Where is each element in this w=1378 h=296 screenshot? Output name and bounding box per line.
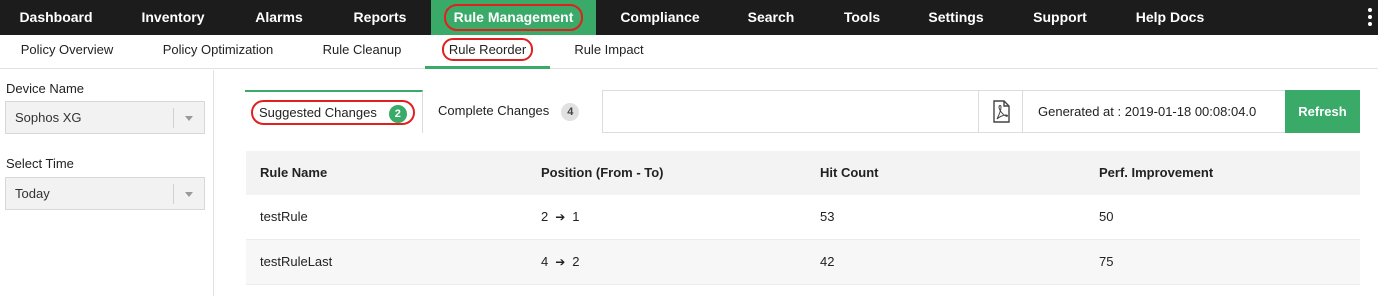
suggested-changes-highlight: Suggested Changes 2 bbox=[251, 100, 415, 125]
select-divider bbox=[173, 184, 174, 204]
subnav-rule-reorder-label: Rule Reorder bbox=[441, 38, 534, 61]
tab-suggested-changes[interactable]: Suggested Changes 2 bbox=[245, 90, 423, 133]
complete-changes-count-badge: 4 bbox=[561, 102, 580, 121]
position-cell: 2 ➔ 1 bbox=[541, 195, 580, 239]
arrow-right-icon: ➔ bbox=[555, 210, 566, 224]
tab-suggested-changes-label: Suggested Changes bbox=[259, 105, 377, 120]
filter-sidebar: Device Name Sophos XG Select Time Today bbox=[0, 70, 214, 296]
hit-count-cell: 42 bbox=[820, 254, 835, 269]
nav-rule-management-label: Rule Management bbox=[443, 4, 584, 31]
generated-at-text: Generated at : 2019-01-18 00:08:04.0 bbox=[1038, 104, 1257, 119]
position-to: 2 bbox=[572, 254, 580, 269]
table-row: testRule 2 ➔ 1 53 50 bbox=[246, 195, 1360, 240]
rule-name-cell: testRuleLast bbox=[260, 254, 333, 269]
column-header: Perf. Improvement bbox=[1099, 165, 1214, 180]
more-menu-icon[interactable] bbox=[1366, 8, 1374, 28]
subnav-rule-reorder[interactable]: Rule Reorder bbox=[425, 35, 550, 69]
nav-settings[interactable]: Settings bbox=[920, 0, 992, 35]
subnav-policy-overview[interactable]: Policy Overview bbox=[8, 35, 126, 69]
subnav-policy-optimization[interactable]: Policy Optimization bbox=[150, 35, 286, 69]
chevron-down-icon bbox=[185, 192, 193, 197]
refresh-button[interactable]: Refresh bbox=[1285, 90, 1360, 133]
table-header: Rule Name Position (From - To) Hit Count… bbox=[246, 151, 1360, 195]
select-time-label: Select Time bbox=[6, 156, 74, 171]
subnav-rule-impact[interactable]: Rule Impact bbox=[565, 35, 653, 69]
device-name-label: Device Name bbox=[6, 81, 85, 96]
rule-name-cell: testRule bbox=[260, 209, 308, 224]
nav-search[interactable]: Search bbox=[740, 0, 802, 35]
nav-compliance[interactable]: Compliance bbox=[610, 0, 710, 35]
nav-dashboard[interactable]: Dashboard bbox=[0, 0, 112, 35]
changes-tab-bar: Suggested Changes 2 Complete Changes 4 Gen… bbox=[245, 90, 1360, 133]
nav-rule-management[interactable]: Rule Management bbox=[431, 0, 596, 35]
table-row: testRuleLast 4 ➔ 2 42 75 bbox=[246, 240, 1360, 285]
tab-complete-changes[interactable]: Complete Changes 4 bbox=[423, 90, 603, 133]
select-time-select[interactable]: Today bbox=[5, 177, 205, 210]
nav-help-docs[interactable]: Help Docs bbox=[1128, 0, 1212, 35]
nav-reports[interactable]: Reports bbox=[340, 0, 420, 35]
select-time-value: Today bbox=[15, 186, 50, 201]
nav-support[interactable]: Support bbox=[1025, 0, 1095, 35]
position-cell: 4 ➔ 2 bbox=[541, 240, 580, 284]
chevron-down-icon bbox=[185, 116, 193, 121]
position-to: 1 bbox=[572, 209, 580, 224]
perf-improvement-cell: 50 bbox=[1099, 209, 1114, 224]
column-header: Rule Name bbox=[260, 165, 328, 180]
column-header: Position (From - To) bbox=[541, 165, 664, 180]
rule-reorder-table: Rule Name Position (From - To) Hit Count… bbox=[246, 151, 1360, 285]
top-nav: Dashboard Inventory Alarms Reports Rule … bbox=[0, 0, 1378, 35]
device-name-value: Sophos XG bbox=[15, 110, 82, 125]
tab-complete-changes-label: Complete Changes bbox=[438, 103, 550, 118]
pdf-export-button[interactable] bbox=[978, 91, 1023, 132]
select-divider bbox=[173, 108, 174, 128]
position-from: 4 bbox=[541, 254, 549, 269]
subnav-rule-cleanup[interactable]: Rule Cleanup bbox=[312, 35, 412, 69]
nav-tools[interactable]: Tools bbox=[836, 0, 888, 35]
position-from: 2 bbox=[541, 209, 549, 224]
arrow-right-icon: ➔ bbox=[555, 255, 566, 269]
hit-count-cell: 53 bbox=[820, 209, 835, 224]
nav-alarms[interactable]: Alarms bbox=[240, 0, 318, 35]
nav-inventory[interactable]: Inventory bbox=[120, 0, 226, 35]
device-name-select[interactable]: Sophos XG bbox=[5, 101, 205, 134]
suggested-changes-count-badge: 2 bbox=[388, 104, 407, 123]
perf-improvement-cell: 75 bbox=[1099, 254, 1114, 269]
column-header: Hit Count bbox=[820, 165, 879, 180]
sub-nav: Policy Overview Policy Optimization Rule… bbox=[0, 35, 1378, 69]
pdf-icon bbox=[993, 100, 1010, 123]
